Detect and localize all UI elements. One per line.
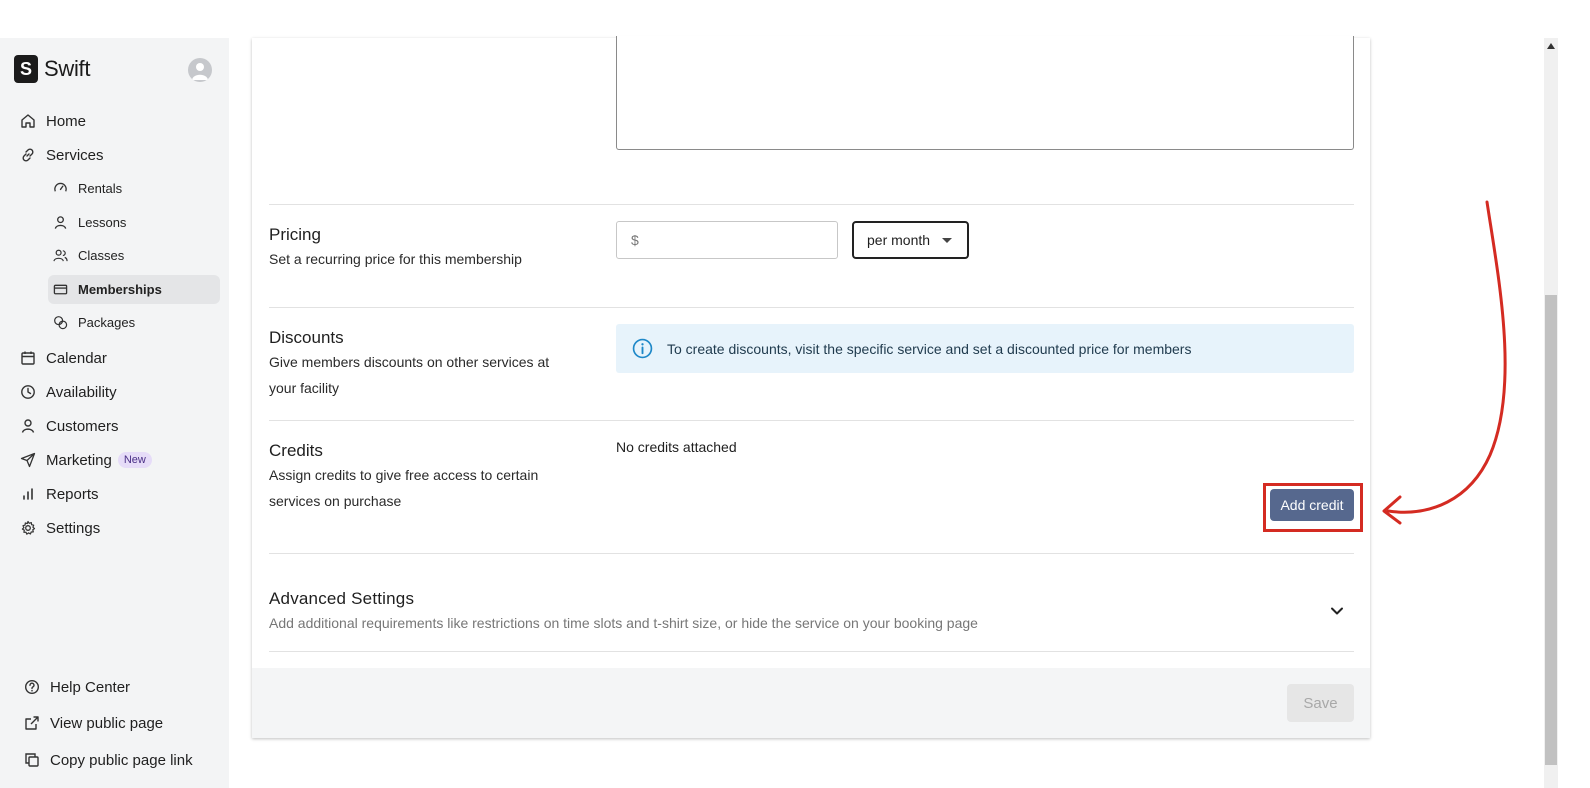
scroll-up-arrow[interactable] bbox=[1544, 38, 1558, 54]
avatar[interactable] bbox=[188, 58, 212, 82]
coins-icon bbox=[54, 316, 68, 330]
divider bbox=[269, 420, 1354, 421]
sidebar-item-home[interactable]: Home bbox=[20, 108, 86, 134]
bar-chart-icon bbox=[23, 488, 33, 500]
new-badge: New bbox=[117, 452, 152, 468]
copy-public-page-link[interactable]: Copy public page link bbox=[24, 748, 193, 772]
form-footer: Save bbox=[252, 668, 1370, 738]
person-icon bbox=[54, 216, 67, 229]
sidebar-item-label: Settings bbox=[46, 519, 101, 537]
app-name: Swift bbox=[44, 56, 91, 81]
person-icon bbox=[21, 419, 35, 433]
home-icon bbox=[21, 114, 35, 128]
divider bbox=[269, 651, 1354, 652]
link-icon bbox=[22, 148, 34, 162]
swift-logo-icon: S bbox=[14, 55, 38, 83]
sidebar-item-label: Calendar bbox=[46, 349, 107, 367]
sidebar-subitem-label: Packages bbox=[78, 315, 136, 330]
sidebar-item-label: Availability bbox=[46, 383, 117, 401]
billing-period-select[interactable]: per month bbox=[852, 221, 969, 259]
advanced-settings-title[interactable]: Advanced Settings bbox=[269, 589, 414, 609]
sidebar-item-marketing[interactable]: Marketing New bbox=[20, 447, 152, 473]
sidebar-subitem-label: Classes bbox=[78, 248, 125, 263]
membership-form-card: Pricing Set a recurring price for this m… bbox=[252, 36, 1370, 738]
no-credits-text: No credits attached bbox=[616, 439, 737, 455]
pricing-description: Set a recurring price for this membershi… bbox=[269, 251, 522, 267]
sidebar-item-customers[interactable]: Customers bbox=[20, 413, 119, 439]
external-link-icon bbox=[25, 716, 39, 730]
help-circle-icon bbox=[24, 679, 40, 695]
gauge-icon bbox=[54, 182, 67, 192]
sidebar-item-settings[interactable]: Settings bbox=[20, 515, 100, 541]
sidebar-subitem-classes[interactable]: Classes bbox=[48, 241, 220, 270]
divider bbox=[269, 204, 1354, 205]
copy-icon bbox=[25, 753, 39, 767]
sidebar-item-label: Marketing bbox=[46, 451, 112, 469]
sidebar-item-label: Customers bbox=[46, 417, 119, 435]
send-icon bbox=[20, 452, 36, 468]
sidebar-item-label: Home bbox=[46, 112, 87, 130]
save-button[interactable]: Save bbox=[1287, 684, 1354, 722]
pricing-title: Pricing bbox=[269, 225, 321, 244]
add-credit-button[interactable]: Add credit bbox=[1270, 489, 1354, 521]
sidebar-item-availability[interactable]: Availability bbox=[20, 379, 117, 405]
clock-icon bbox=[21, 385, 35, 399]
currency-symbol: $ bbox=[631, 232, 639, 248]
sidebar-item-reports[interactable]: Reports bbox=[20, 481, 99, 507]
view-public-page-link[interactable]: View public page bbox=[24, 711, 163, 735]
sidebar-item-calendar[interactable]: Calendar bbox=[20, 345, 107, 371]
chevron-down-icon[interactable] bbox=[1328, 602, 1346, 620]
sidebar-item-services[interactable]: Services bbox=[20, 142, 104, 168]
brand[interactable]: S Swift bbox=[14, 55, 90, 83]
people-icon bbox=[53, 249, 68, 262]
credits-description: Assign credits to give free access to ce… bbox=[269, 467, 539, 509]
info-icon bbox=[632, 338, 653, 359]
discounts-title: Discounts bbox=[269, 328, 344, 347]
user-avatar-icon bbox=[192, 63, 208, 80]
divider bbox=[269, 307, 1354, 308]
description-textarea[interactable] bbox=[616, 36, 1354, 150]
gear-icon bbox=[21, 520, 36, 535]
sidebar-subitem-rentals[interactable]: Rentals bbox=[48, 174, 220, 203]
advanced-settings-description: Add additional requirements like restric… bbox=[269, 615, 978, 631]
sidebar-item-label: Reports bbox=[46, 485, 99, 503]
billing-period-value: per month bbox=[867, 232, 931, 248]
help-center-label: Help Center bbox=[50, 678, 131, 696]
credits-title: Credits bbox=[269, 441, 323, 460]
scrollbar-thumb[interactable] bbox=[1545, 295, 1557, 765]
divider bbox=[269, 553, 1354, 554]
sidebar-item-label: Services bbox=[46, 146, 104, 164]
sidebar-subitem-label: Rentals bbox=[78, 181, 123, 196]
help-center-link[interactable]: Help Center bbox=[24, 675, 130, 699]
copy-public-page-label: Copy public page link bbox=[50, 751, 193, 769]
sidebar-subitem-memberships[interactable]: Memberships bbox=[48, 275, 220, 304]
caret-down-icon bbox=[942, 237, 953, 243]
discounts-info-text: To create discounts, visit the specific … bbox=[667, 340, 1192, 357]
calendar-icon bbox=[21, 351, 35, 365]
triangle-up-icon bbox=[1547, 43, 1555, 49]
view-public-page-label: View public page bbox=[50, 714, 164, 732]
price-input[interactable]: $ bbox=[616, 221, 838, 259]
sidebar-subitem-label: Lessons bbox=[78, 215, 127, 230]
sidebar-subitem-packages[interactable]: Packages bbox=[48, 308, 220, 337]
card-icon bbox=[53, 284, 68, 295]
sidebar: S Swift Home Services Rentals Lessons Cl… bbox=[0, 38, 229, 788]
annotation-arrow-icon bbox=[1382, 200, 1507, 525]
sidebar-subitem-label: Memberships bbox=[78, 282, 162, 297]
discounts-info-box: To create discounts, visit the specific … bbox=[616, 324, 1354, 373]
sidebar-subitem-lessons[interactable]: Lessons bbox=[48, 208, 220, 237]
discounts-description: Give members discounts on other services… bbox=[269, 354, 550, 396]
